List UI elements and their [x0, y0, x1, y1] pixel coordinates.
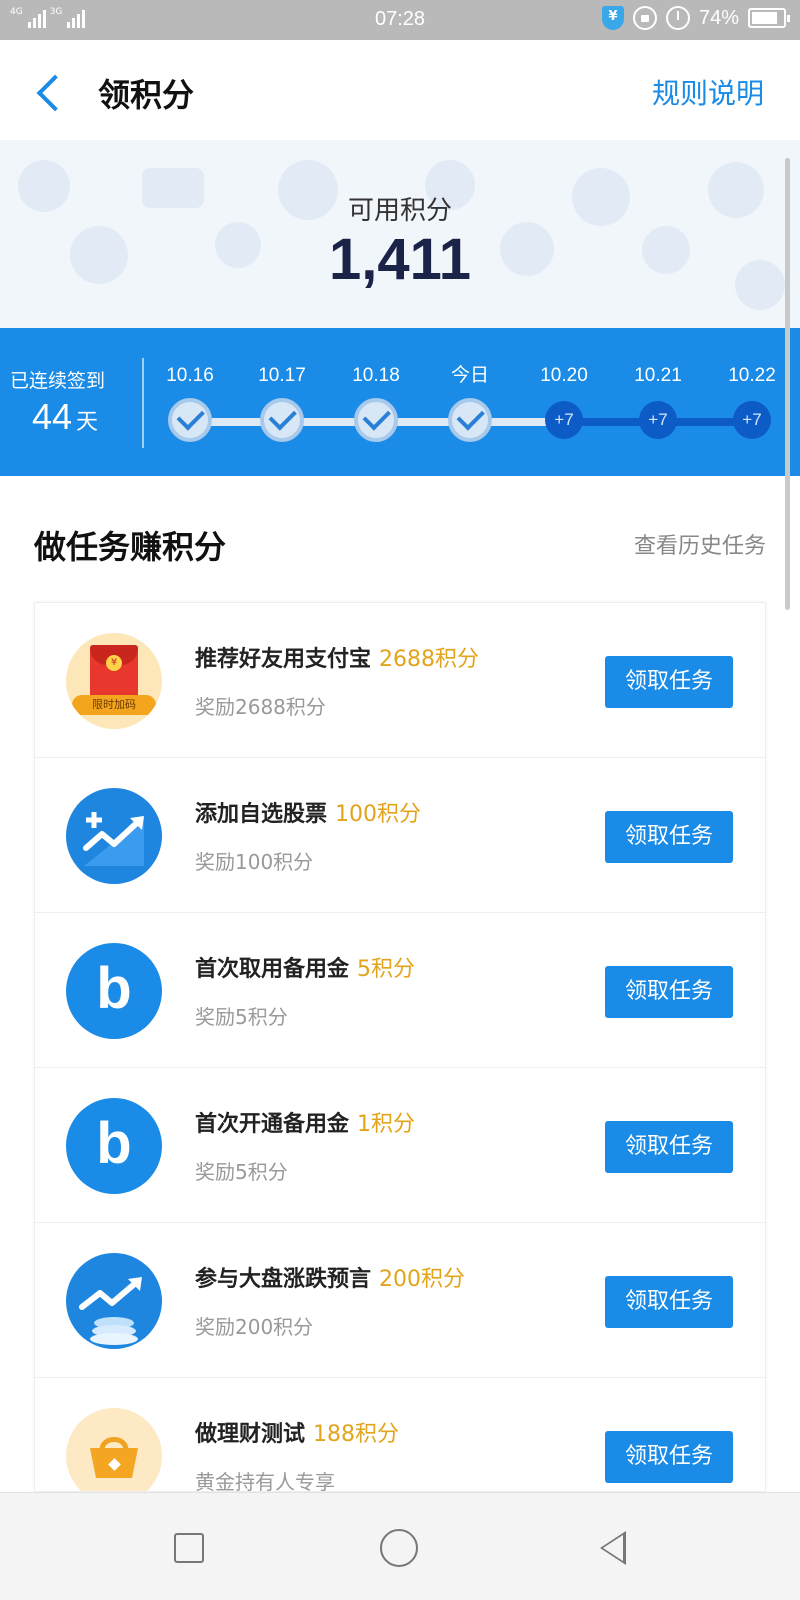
- task-points: 2688积分: [379, 647, 480, 672]
- streak-days: 44: [32, 396, 73, 437]
- coin-icon: ¥: [106, 655, 122, 671]
- alarm-icon: [665, 6, 690, 30]
- day-label: 10.18: [352, 365, 400, 386]
- b-logo-icon: b: [66, 943, 162, 1039]
- task-item: b 首次开通备用金 1积分 奖励5积分 领取任务: [35, 1068, 765, 1223]
- rotation-lock-icon: [632, 6, 657, 30]
- task-title: 添加自选股票 100积分: [195, 796, 421, 828]
- streak-count: 44 天: [32, 396, 98, 438]
- checkin-day: 10.17: [236, 362, 328, 442]
- rules-link[interactable]: 规则说明: [652, 72, 764, 112]
- recent-apps-button[interactable]: [174, 1533, 204, 1563]
- home-button[interactable]: [380, 1529, 418, 1567]
- task-item: b 首次取用备用金 5积分 奖励5积分 领取任务: [35, 913, 765, 1068]
- task-points: 5积分: [357, 957, 416, 982]
- checkmark-icon: [168, 398, 212, 442]
- stock-add-icon: [66, 788, 162, 884]
- claim-task-button[interactable]: 领取任务: [605, 811, 733, 863]
- points-summary: 可用积分 1,411: [0, 140, 800, 328]
- red-packet-icon: ¥ 限时加码: [66, 633, 162, 729]
- section-title: 做任务赚积分: [34, 528, 227, 566]
- task-name: 添加自选股票: [195, 802, 328, 827]
- day-label: 10.21: [634, 365, 682, 386]
- task-name: 参与大盘涨跌预言: [195, 1267, 372, 1292]
- nav-back-button[interactable]: [600, 1531, 626, 1565]
- claim-task-button[interactable]: 领取任务: [605, 1121, 733, 1173]
- shield-yen-icon: ¥: [601, 6, 624, 30]
- task-points: 200积分: [379, 1267, 466, 1292]
- checkmark-icon: [448, 398, 492, 442]
- scrollbar[interactable]: [785, 158, 790, 610]
- task-item: ¥ 限时加码 推荐好友用支付宝 2688积分 奖励2688积分 领取任务: [35, 603, 765, 758]
- checkin-day: 10.21 +7: [612, 362, 704, 439]
- task-name: 首次取用备用金: [195, 957, 350, 982]
- task-name: 首次开通备用金: [195, 1112, 350, 1137]
- checkmark-icon: [260, 398, 304, 442]
- points-balance: 1,411: [329, 227, 471, 292]
- day-reward: +7: [733, 401, 771, 439]
- checkin-streak-bar: 已连续签到 44 天 10.16 10.17 10.18 今日 10.20 +7…: [0, 328, 800, 476]
- task-points: 188积分: [313, 1422, 400, 1447]
- app-header: 领积分 规则说明: [0, 40, 800, 140]
- streak-unit: 天: [76, 410, 99, 435]
- system-nav-bar: [0, 1492, 800, 1600]
- claim-task-button[interactable]: 领取任务: [605, 656, 733, 708]
- checkmark-icon: [354, 398, 398, 442]
- task-points: 100积分: [335, 802, 422, 827]
- task-item: 做理财测试 188积分 黄金持有人专享 领取任务: [35, 1378, 765, 1492]
- task-title: 首次开通备用金 1积分: [195, 1106, 415, 1138]
- battery-icon: [748, 8, 790, 28]
- task-name: 推荐好友用支付宝: [195, 647, 372, 672]
- task-title: 参与大盘涨跌预言 200积分: [195, 1261, 465, 1293]
- task-description: 奖励2688积分: [195, 695, 326, 719]
- day-label: 10.20: [540, 365, 588, 386]
- checkin-day-today: 今日: [424, 362, 516, 442]
- task-description: 奖励100积分: [195, 850, 314, 874]
- task-description: 奖励5积分: [195, 1005, 288, 1029]
- claim-task-button[interactable]: 领取任务: [605, 966, 733, 1018]
- streak-label: 已连续签到: [10, 370, 106, 392]
- day-label: 今日: [450, 365, 489, 386]
- checkin-day: 10.20 +7: [518, 362, 610, 439]
- page-title: 领积分: [98, 76, 195, 114]
- checkin-day: 10.18: [330, 362, 422, 442]
- task-points: 1积分: [357, 1112, 416, 1137]
- day-reward: +7: [545, 401, 583, 439]
- points-label: 可用积分: [347, 196, 452, 226]
- shopping-bag-icon: [66, 1408, 162, 1491]
- task-description: 黄金持有人专享: [195, 1470, 335, 1492]
- status-bar: 4G 3G 07:28 ¥ 74%: [0, 0, 800, 40]
- task-item: 添加自选股票 100积分 奖励100积分 领取任务: [35, 758, 765, 913]
- task-list: ¥ 限时加码 推荐好友用支付宝 2688积分 奖励2688积分 领取任务 添加自选…: [34, 602, 766, 1492]
- claim-task-button[interactable]: 领取任务: [605, 1276, 733, 1328]
- task-name: 做理财测试: [195, 1422, 306, 1447]
- trend-coins-icon: [66, 1253, 162, 1349]
- task-title: 首次取用备用金 5积分: [195, 951, 415, 983]
- task-history-link[interactable]: 查看历史任务: [634, 528, 766, 560]
- task-description: 奖励5积分: [195, 1160, 288, 1184]
- status-icons: ¥ 74%: [601, 6, 790, 30]
- day-label: 10.16: [166, 365, 214, 386]
- claim-task-button[interactable]: 领取任务: [605, 1431, 733, 1483]
- day-label: 10.17: [258, 365, 306, 386]
- task-description: 奖励200积分: [195, 1315, 314, 1339]
- b-logo-icon: b: [66, 1098, 162, 1194]
- task-title: 推荐好友用支付宝 2688积分: [195, 641, 479, 673]
- limited-time-badge: 限时加码: [72, 695, 156, 715]
- day-reward: +7: [639, 401, 677, 439]
- checkin-day: 10.16: [144, 362, 236, 442]
- task-title: 做理财测试 188积分: [195, 1416, 399, 1448]
- back-button[interactable]: [32, 72, 68, 112]
- task-item: 参与大盘涨跌预言 200积分 奖励200积分 领取任务: [35, 1223, 765, 1378]
- battery-percent: 74%: [698, 6, 739, 29]
